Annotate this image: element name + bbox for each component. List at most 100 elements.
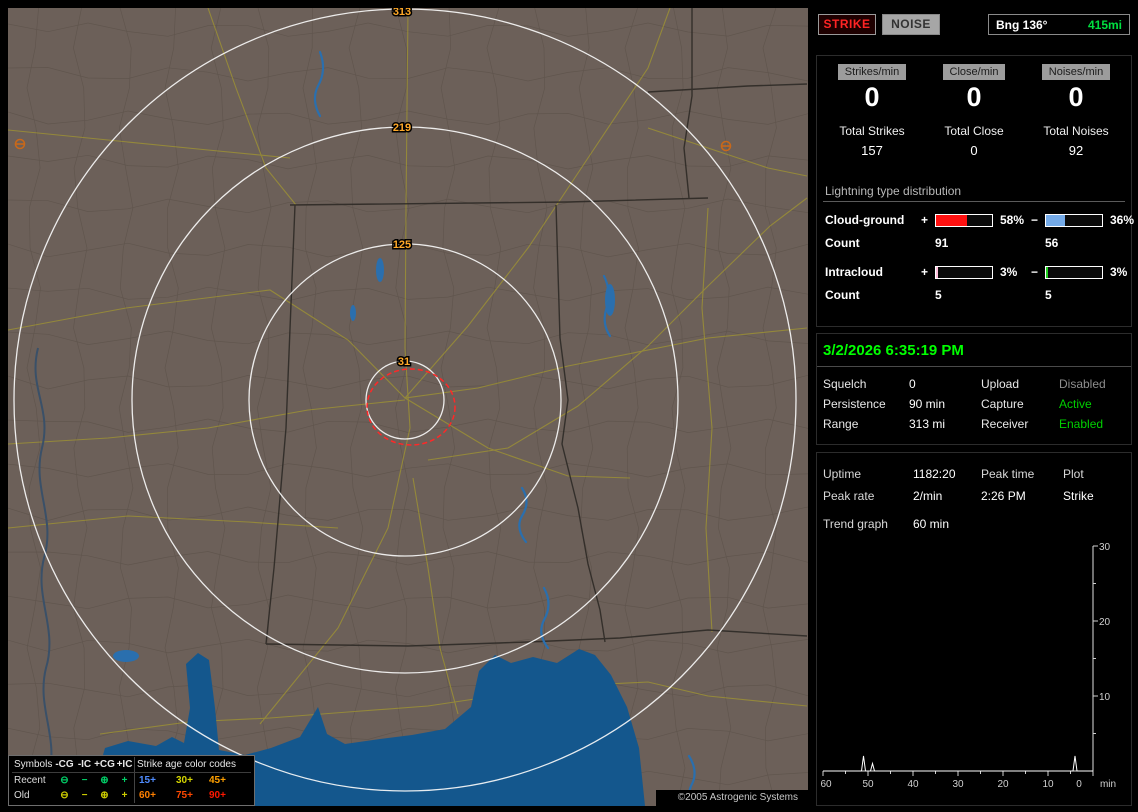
cg-minus-pct: 36% [1110, 213, 1135, 227]
x-tick-40: 40 [907, 779, 919, 790]
status-panel: STRIKE NOISE Bng 136° 415mi Strikes/min … [816, 0, 1134, 812]
total-strikes-value: 157 [861, 143, 883, 158]
cg-minus-bar [1045, 213, 1103, 227]
pos-ic-icon: + [121, 790, 128, 801]
ic-plus-count: 5 [935, 288, 942, 302]
legend-recent-label: Recent [14, 775, 46, 786]
copyright-text: ©2005 Astrogenic Systems [655, 790, 808, 806]
ic-minus-bar-fill [1046, 266, 1048, 278]
strike-button[interactable]: STRIKE [818, 14, 876, 35]
count-label: Count [825, 288, 860, 302]
cg-plus-bar [935, 213, 993, 227]
uptime-label: Uptime [823, 467, 862, 481]
plot-value: Strike [1063, 489, 1094, 503]
noises-per-min-badge[interactable]: Noises/min [1041, 64, 1111, 80]
map-canvas[interactable]: 313 219 125 31 [8, 8, 808, 806]
legend-header-row: Symbols -CG -IC +CG +IC Strike age color… [12, 757, 251, 773]
legend-col-pos-ic: +IC [116, 759, 133, 770]
receiver-label: Receiver [981, 417, 1029, 431]
total-noises-label: Total Noises [1043, 124, 1109, 138]
pos-ic-icon: + [121, 775, 128, 786]
peak-time-value: 2:26 PM [981, 489, 1026, 503]
plot-label: Plot [1063, 467, 1084, 481]
close-per-min-badge[interactable]: Close/min [942, 64, 1006, 80]
upload-status: Disabled [1059, 377, 1106, 391]
x-unit-label: min [1100, 779, 1116, 790]
strikes-column: Strikes/min 0 Total Strikes 157 [821, 64, 923, 158]
minus-sign: − [1031, 213, 1039, 227]
ic-plus-pct: 3% [1000, 265, 1018, 279]
trend-graph: 30 20 10 60 50 40 30 20 10 0 min [820, 542, 1116, 790]
receiver-status: Enabled [1059, 417, 1104, 431]
cloud-ground-count-row: Count 91 56 [821, 236, 1127, 250]
strikes-per-min-value: 0 [864, 82, 880, 112]
age-75: 75+ [176, 790, 193, 801]
cg-plus-count: 91 [935, 236, 949, 250]
minus-sign: − [1031, 265, 1039, 279]
count-label: Count [825, 236, 860, 250]
distribution-title: Lightning type distribution [823, 184, 1125, 202]
x-tick-30: 30 [952, 779, 964, 790]
strikes-per-min-badge[interactable]: Strikes/min [837, 64, 907, 80]
peak-time-label: Peak time [981, 467, 1035, 481]
legend-col-neg-cg: -CG [55, 759, 74, 770]
neg-cg-icon: ⊖ [60, 790, 69, 801]
rates-box: Strikes/min 0 Total Strikes 157 Close/mi… [816, 55, 1134, 327]
plus-sign: + [921, 265, 929, 279]
cloud-ground-row: Cloud-ground + 58% − 36% [821, 213, 1134, 227]
cg-minus-bar-fill [1046, 214, 1065, 226]
ring-label-125: 125 [393, 239, 411, 251]
peak-rate-value: 2/min [913, 489, 943, 503]
x-tick-20: 20 [997, 779, 1009, 790]
trend-x-labels: 60 50 40 30 20 10 0 min [820, 779, 1116, 790]
y-tick-10: 10 [1099, 692, 1111, 703]
plus-sign: + [921, 213, 929, 227]
trend-y-labels: 30 20 10 [1099, 542, 1111, 703]
trend-axes [823, 546, 1094, 772]
age-30: 30+ [176, 775, 193, 786]
legend-recent-row: Recent ⊖ − ⊕ + 15+ 30+ 45+ [12, 773, 251, 788]
pos-cg-icon: ⊕ [100, 775, 109, 786]
trend-graph-span: 60 min [913, 517, 950, 531]
datetime-box: 3/2/2026 6:35:19 PM Squelch 0 Upload Dis… [816, 333, 1132, 445]
stats-row: Peak rate 2/min 2:26 PM Strike [817, 485, 1131, 507]
legend-old-label: Old [14, 790, 30, 801]
nexstorm-app-window: 313 219 125 31 Symbols -CG -IC +CG +IC S… [0, 0, 1138, 812]
ic-minus-pct: 3% [1110, 265, 1128, 279]
bearing-range: 415mi [1087, 17, 1122, 32]
ic-minus-bar [1045, 265, 1103, 279]
cg-plus-bar-fill [936, 214, 967, 226]
ic-plus-bar [935, 265, 993, 279]
noises-column: Noises/min 0 Total Noises 92 [1025, 64, 1127, 158]
squelch-value: 0 [909, 377, 916, 391]
trend-graph-label: Trend graph [823, 517, 888, 531]
x-tick-0: 0 [1076, 779, 1082, 790]
range-label: Range [823, 417, 859, 431]
upload-label: Upload [981, 377, 1020, 391]
capture-status: Active [1059, 397, 1092, 411]
age-90: 90+ [209, 790, 226, 801]
total-close-value: 0 [970, 143, 978, 158]
ring-label-313: 313 [393, 8, 411, 18]
settings-grid: Squelch 0 Upload Disabled Persistence 90… [817, 367, 1131, 434]
intracloud-label: Intracloud [825, 265, 884, 279]
stats-box: Uptime 1182:20 Peak time Plot Peak rate … [816, 452, 1132, 806]
legend-col-neg-ic: -IC [77, 759, 92, 770]
ic-minus-count: 5 [1045, 288, 1052, 302]
cg-minus-count: 56 [1045, 236, 1059, 250]
neg-ic-icon: − [81, 775, 88, 786]
legend-col-pos-cg: +CG [94, 759, 115, 770]
close-column: Close/min 0 Total Close 0 [923, 64, 1025, 158]
lightning-map[interactable]: 313 219 125 31 Symbols -CG -IC +CG +IC S… [8, 8, 808, 806]
noises-per-min-value: 0 [1068, 82, 1084, 112]
settings-row: Range 313 mi Receiver Enabled [817, 414, 1131, 434]
neg-cg-icon: ⊖ [60, 775, 69, 786]
cg-plus-pct: 58% [1000, 213, 1025, 227]
noise-button[interactable]: NOISE [882, 14, 940, 35]
legend-old-row: Old ⊖ − ⊕ + 60+ 75+ 90+ [12, 788, 251, 803]
persistence-label: Persistence [823, 397, 886, 411]
trend-graph-row: Trend graph 60 min [817, 514, 1131, 534]
total-noises-value: 92 [1068, 143, 1084, 158]
bearing-label: Bng 136° [996, 17, 1048, 32]
trend-ticks [822, 545, 1098, 776]
